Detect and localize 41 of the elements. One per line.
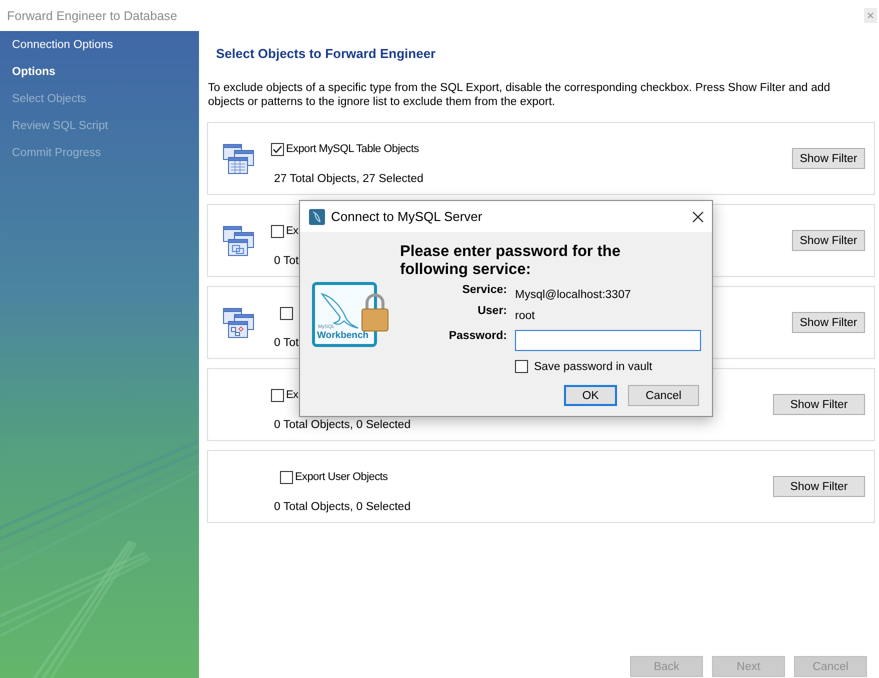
- object-count: 0 Total Objects, 0 Selected: [274, 418, 411, 432]
- wizard-step[interactable]: Connection Options: [12, 38, 199, 65]
- checkbox-label: Export MySQL Table Objects: [286, 143, 419, 155]
- checkbox[interactable]: [271, 224, 284, 238]
- checkbox-label: Ex: [286, 225, 298, 237]
- checkbox[interactable]: [280, 306, 293, 320]
- dialog-title: Connect to MySQL Server: [331, 209, 482, 224]
- checkbox-label: Save password in vault: [534, 360, 652, 372]
- field-label: User:: [476, 305, 507, 319]
- dialog-heading: Please enter password for the following service:: [400, 243, 622, 279]
- show-filter-button[interactable]: Show Filter: [792, 312, 865, 333]
- padlock-icon: [362, 294, 388, 332]
- field-label: Service:: [461, 284, 507, 298]
- object-count: 0 Tot: [274, 336, 299, 350]
- show-filter-button[interactable]: Show Filter: [792, 230, 865, 251]
- app-icon: [309, 208, 325, 224]
- description-text: To exclude objects of a specific type from the SQL Export, disable the corresponding checkbox. Press Show Filter and add objects or patterns to the ignore list to exclude them from the export.: [208, 82, 832, 109]
- checkbox[interactable]: [271, 388, 284, 402]
- page-heading: Select Objects to Forward Engineer: [216, 46, 437, 61]
- checkbox[interactable]: [515, 360, 528, 373]
- object-count: 0 Total Objects, 0 Selected: [274, 500, 411, 514]
- object-count: 0 Tot: [274, 254, 299, 268]
- show-filter-button[interactable]: Show Filter: [773, 394, 865, 415]
- field-value: root: [515, 310, 536, 322]
- checkbox-label: Export User Objects: [295, 471, 388, 483]
- object-count: 27 Total Objects, 27 Selected: [274, 172, 424, 186]
- wizard-step[interactable]: Options: [12, 65, 199, 92]
- show-filter-button[interactable]: Show Filter: [792, 148, 865, 169]
- checkbox[interactable]: [280, 470, 293, 484]
- field-label: Password:: [448, 330, 507, 344]
- password-field[interactable]: [515, 330, 701, 351]
- logo-text: Workbench: [317, 330, 369, 341]
- dialog-button[interactable]: OK: [564, 385, 617, 406]
- field-value: Mysql@localhost:3307: [515, 288, 632, 300]
- dolphin-logo: [312, 282, 377, 347]
- dialog-button[interactable]: Cancel: [628, 385, 699, 406]
- close-icon[interactable]: [692, 210, 704, 222]
- checkbox-label: Ex: [286, 389, 298, 401]
- show-filter-button[interactable]: Show Filter: [773, 476, 865, 497]
- window-title: Forward Engineer to Database: [7, 8, 178, 22]
- checkbox[interactable]: [271, 142, 284, 156]
